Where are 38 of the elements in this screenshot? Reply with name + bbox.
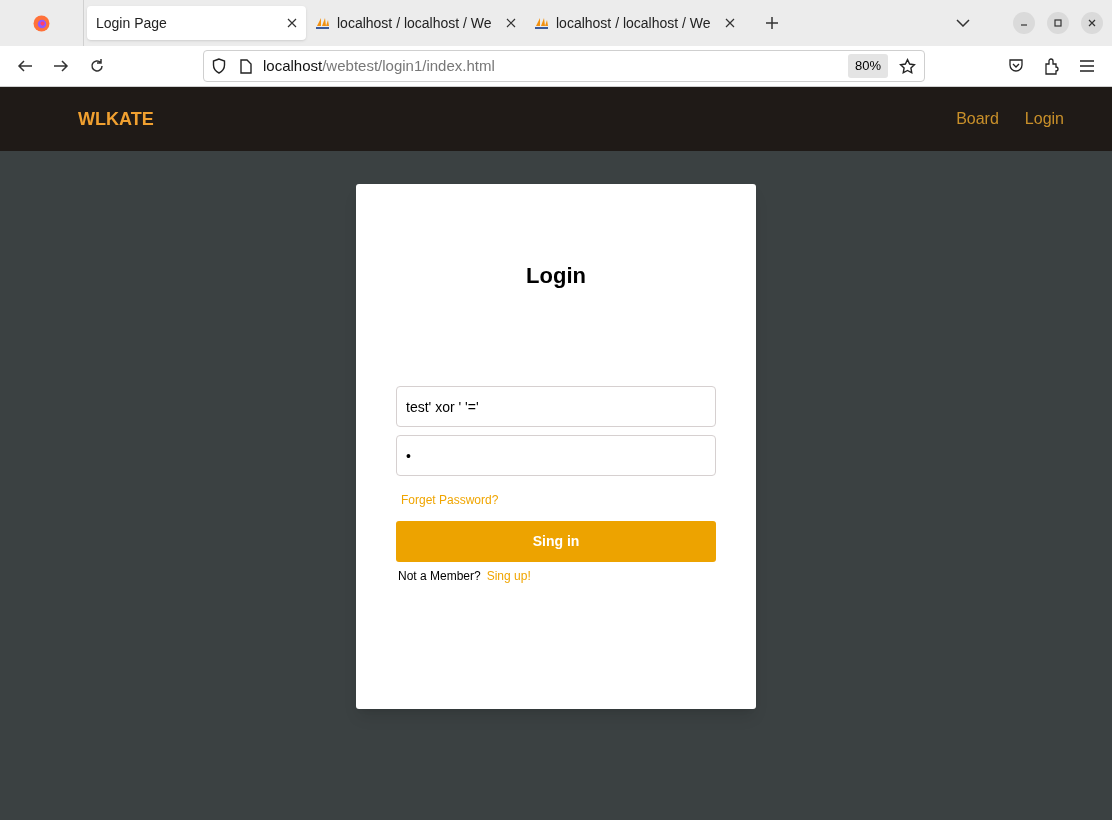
close-button[interactable] (1081, 12, 1103, 34)
pocket-icon[interactable] (1008, 58, 1024, 74)
signup-prompt: Not a Member? (398, 568, 481, 585)
page-icon (240, 58, 252, 74)
tab-title: Login Page (96, 13, 168, 33)
nav-link[interactable]: Board (956, 107, 999, 131)
reload-icon[interactable] (89, 58, 105, 74)
browser-logo-icon[interactable] (33, 14, 50, 32)
browser-tab[interactable]: Login Page (87, 6, 306, 40)
forward-icon[interactable] (53, 58, 69, 74)
back-icon[interactable] (17, 58, 33, 74)
username-field[interactable]: test' xor ' '=' (396, 386, 716, 427)
browser-tab[interactable]: localhost / localhost / We (306, 6, 525, 40)
maximize-icon (1053, 18, 1063, 28)
tab-title: localhost / localhost / We (556, 13, 712, 33)
maximize-button[interactable] (1047, 12, 1069, 34)
address-bar[interactable]: localhost/webtest/login1/index.html 80% (203, 50, 925, 82)
extensions-icon[interactable] (1044, 57, 1060, 75)
close-tab-icon[interactable] (287, 18, 297, 28)
close-tab-icon[interactable] (725, 18, 735, 28)
url-text: localhost/webtest/login1/index.html (263, 55, 495, 76)
tab-title: localhost / localhost / We (337, 13, 493, 33)
nav-link[interactable]: Login (1024, 107, 1064, 131)
brand-logo[interactable]: WLKATE (78, 105, 154, 133)
browser-tab[interactable]: localhost / localhost / We (525, 6, 744, 40)
close-icon (1087, 18, 1097, 28)
minimize-button[interactable] (1013, 12, 1035, 34)
menu-icon[interactable] (1080, 60, 1094, 72)
zoom-level-badge[interactable]: 80% (847, 54, 888, 78)
sailboat-logo-icon (315, 16, 330, 30)
password-field[interactable]: • (396, 435, 716, 476)
chevron-down-icon (956, 19, 970, 27)
close-tab-icon[interactable] (506, 18, 516, 28)
login-title: Login (526, 262, 586, 290)
sailboat-logo-icon (534, 16, 549, 30)
star-icon[interactable] (899, 57, 916, 75)
shield-icon (212, 58, 226, 74)
plus-icon (765, 16, 779, 30)
